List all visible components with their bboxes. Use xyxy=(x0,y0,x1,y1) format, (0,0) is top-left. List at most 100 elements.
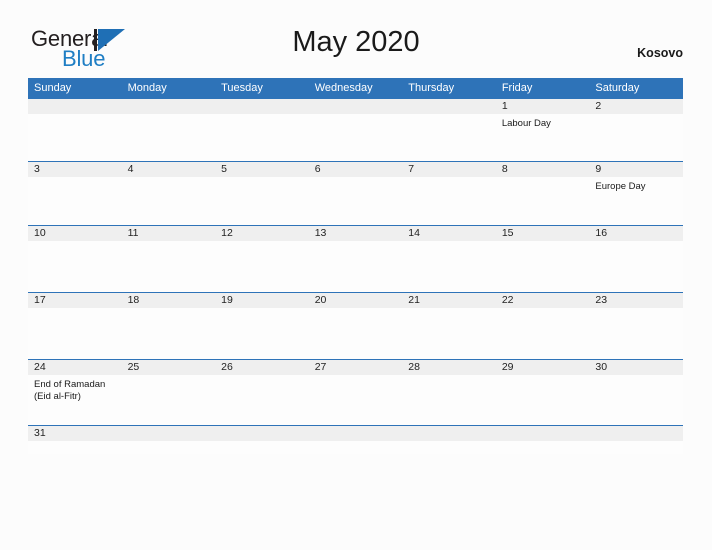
day-cell-inner: 19 xyxy=(215,293,309,359)
day-cell-inner xyxy=(215,99,309,161)
calendar-day-cell[interactable]: 9 Europe Day xyxy=(589,161,683,226)
day-cell-inner: 24 End of Ramadan (Eid al-Fitr) xyxy=(28,360,122,425)
weekday-header-saturday: Saturday xyxy=(589,78,683,99)
day-cell-inner: 30 xyxy=(589,360,683,425)
day-number: 8 xyxy=(495,162,590,177)
weekday-header-tuesday: Tuesday xyxy=(215,78,309,99)
calendar-table: Sunday Monday Tuesday Wednesday Thursday Frid… xyxy=(28,78,683,454)
calendar-day-cell[interactable]: 22 xyxy=(495,292,590,360)
day-number: 16 xyxy=(589,226,683,241)
calendar-empty-cell xyxy=(121,99,216,162)
holiday-event-label: Labour Day xyxy=(501,118,551,129)
page-header: General Blue May 2020 Kosovo xyxy=(0,0,712,74)
day-number: 5 xyxy=(215,162,309,177)
day-number xyxy=(589,426,683,441)
calendar-day-cell[interactable]: 12 xyxy=(215,225,309,293)
calendar-day-cell[interactable]: 2 xyxy=(589,99,683,162)
day-cell-inner xyxy=(402,426,496,454)
weekday-header-thursday: Thursday xyxy=(402,78,496,99)
country-label: Kosovo xyxy=(637,46,683,60)
calendar-day-cell[interactable]: 15 xyxy=(495,225,590,293)
calendar-day-cell[interactable]: 13 xyxy=(308,225,403,293)
calendar-day-cell[interactable]: 23 xyxy=(589,292,683,360)
calendar-day-cell[interactable]: 7 xyxy=(402,161,496,226)
calendar-day-cell[interactable]: 20 xyxy=(308,292,403,360)
calendar-empty-cell xyxy=(402,99,496,162)
calendar-day-cell[interactable]: 19 xyxy=(215,292,309,360)
day-cell-inner: 26 xyxy=(215,360,309,425)
calendar-day-cell[interactable]: 16 xyxy=(589,225,683,293)
day-cell-inner: 18 xyxy=(121,293,216,359)
weekday-header-wednesday: Wednesday xyxy=(308,78,403,99)
calendar-day-cell[interactable]: 10 xyxy=(28,225,122,293)
day-cell-inner: 5 xyxy=(215,162,309,225)
holiday-event-label: End of Ramadan xyxy=(34,379,106,390)
day-number: 24 xyxy=(28,360,122,375)
day-number: 21 xyxy=(402,293,496,308)
calendar-day-cell[interactable]: 30 xyxy=(589,359,683,426)
day-cell-inner: 1 Labour Day xyxy=(495,99,590,161)
calendar-container: Sunday Monday Tuesday Wednesday Thursday Frid… xyxy=(28,78,683,454)
calendar-day-cell[interactable]: 25 xyxy=(121,359,216,426)
day-number xyxy=(121,426,216,441)
calendar-week-row: 31 xyxy=(28,425,683,454)
day-cell-inner: 21 xyxy=(402,293,496,359)
calendar-week-row: 1 Labour Day 2 xyxy=(28,99,683,162)
day-number: 22 xyxy=(495,293,590,308)
calendar-day-cell[interactable]: 18 xyxy=(121,292,216,360)
calendar-day-cell[interactable]: 11 xyxy=(121,225,216,293)
day-number: 28 xyxy=(402,360,496,375)
day-cell-inner xyxy=(308,426,403,454)
day-cell-inner: 9 Europe Day xyxy=(589,162,683,225)
day-number xyxy=(495,426,590,441)
holiday-event-label: (Eid al-Fitr) xyxy=(34,390,81,402)
day-number xyxy=(215,426,309,441)
day-cell-inner xyxy=(121,99,216,161)
day-cell-inner: 6 xyxy=(308,162,403,225)
page-title: May 2020 xyxy=(292,26,420,58)
day-number: 11 xyxy=(121,226,216,241)
weekday-header-sunday: Sunday xyxy=(28,78,122,99)
day-events: End of Ramadan (Eid al-Fitr) xyxy=(28,375,122,402)
weekday-header-friday: Friday xyxy=(495,78,590,99)
day-number: 31 xyxy=(28,426,122,441)
holiday-event-label: Europe Day xyxy=(595,181,646,192)
day-cell-inner: 8 xyxy=(495,162,590,225)
day-number: 9 xyxy=(589,162,683,177)
calendar-day-cell[interactable]: 1 Labour Day xyxy=(495,99,590,162)
day-number: 15 xyxy=(495,226,590,241)
day-cell-inner: 28 xyxy=(402,360,496,425)
day-number xyxy=(28,99,122,114)
day-number: 2 xyxy=(589,99,683,114)
calendar-day-cell[interactable]: 21 xyxy=(402,292,496,360)
day-number xyxy=(308,426,403,441)
day-number: 27 xyxy=(308,360,403,375)
calendar-day-cell[interactable]: 4 xyxy=(121,161,216,226)
day-number: 14 xyxy=(402,226,496,241)
day-number xyxy=(402,99,496,114)
calendar-day-cell[interactable]: 5 xyxy=(215,161,309,226)
day-number xyxy=(215,99,309,114)
day-number: 6 xyxy=(308,162,403,177)
calendar-header-row: Sunday Monday Tuesday Wednesday Thursday Frid… xyxy=(28,78,683,99)
calendar-day-cell[interactable]: 26 xyxy=(215,359,309,426)
day-cell-inner: 11 xyxy=(121,226,216,292)
calendar-day-cell[interactable]: 17 xyxy=(28,292,122,360)
calendar-day-cell[interactable]: 24 End of Ramadan (Eid al-Fitr) xyxy=(28,359,122,426)
day-cell-inner: 14 xyxy=(402,226,496,292)
calendar-week-row: 17 18 19 20 21 22 23 xyxy=(28,292,683,360)
calendar-day-cell[interactable]: 3 xyxy=(28,161,122,226)
day-cell-inner: 4 xyxy=(121,162,216,225)
calendar-day-cell[interactable]: 31 xyxy=(28,425,122,454)
calendar-day-cell[interactable]: 29 xyxy=(495,359,590,426)
day-number: 1 xyxy=(495,99,590,114)
calendar-day-cell[interactable]: 28 xyxy=(402,359,496,426)
day-cell-inner: 12 xyxy=(215,226,309,292)
calendar-day-cell[interactable]: 6 xyxy=(308,161,403,226)
calendar-week-row: 24 End of Ramadan (Eid al-Fitr) 25 26 27 28 29 3… xyxy=(28,359,683,426)
day-number: 20 xyxy=(308,293,403,308)
day-number xyxy=(308,99,403,114)
calendar-day-cell[interactable]: 14 xyxy=(402,225,496,293)
calendar-day-cell[interactable]: 27 xyxy=(308,359,403,426)
calendar-day-cell[interactable]: 8 xyxy=(495,161,590,226)
